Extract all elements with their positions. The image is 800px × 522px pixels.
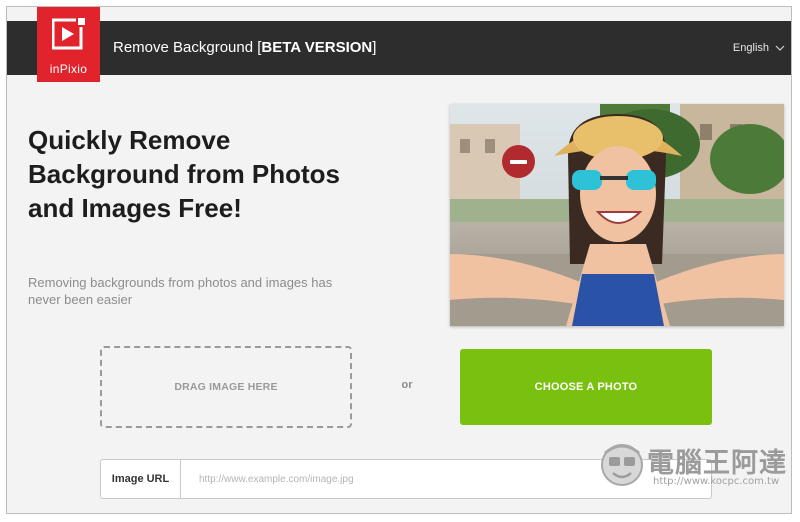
app-frame: Remove Background [BETA VERSION] English…	[6, 6, 792, 514]
app-title: Remove Background [BETA VERSION]	[113, 21, 376, 75]
dropzone-label: DRAG IMAGE HERE	[174, 381, 278, 393]
watermark: 電腦王阿達 http://www.kocpc.com.tw	[599, 439, 789, 491]
image-url-label: Image URL	[101, 460, 181, 498]
choose-photo-button[interactable]: CHOOSE A PHOTO	[460, 349, 712, 425]
page-headline: Quickly Remove Background from Photos an…	[28, 125, 341, 223]
hero-image	[450, 104, 784, 326]
chevron-down-icon	[775, 45, 785, 51]
play-logo-icon	[51, 17, 86, 50]
language-selector[interactable]: English	[733, 21, 785, 75]
minus-circle-icon	[502, 145, 535, 178]
watermark-title: 電腦王阿達	[647, 448, 787, 479]
inpixio-logo[interactable]: inPixio	[37, 7, 100, 82]
or-separator: or	[401, 379, 413, 391]
app-title-main: Remove Background	[113, 39, 254, 56]
cartoon-face-icon	[601, 444, 643, 486]
page-subline: Removing backgrounds from photos and ima…	[28, 275, 333, 307]
bracket-close: ]	[372, 39, 377, 56]
drag-image-dropzone[interactable]: DRAG IMAGE HERE	[100, 346, 352, 428]
hero-photo-illustration	[450, 104, 784, 326]
beta-label: BETA VERSION	[261, 39, 373, 56]
logo-text: inPixio	[49, 62, 88, 76]
language-label: English	[732, 42, 769, 54]
top-bar: Remove Background [BETA VERSION] English	[7, 21, 791, 75]
watermark-url: http://www.kocpc.com.tw	[653, 476, 780, 487]
